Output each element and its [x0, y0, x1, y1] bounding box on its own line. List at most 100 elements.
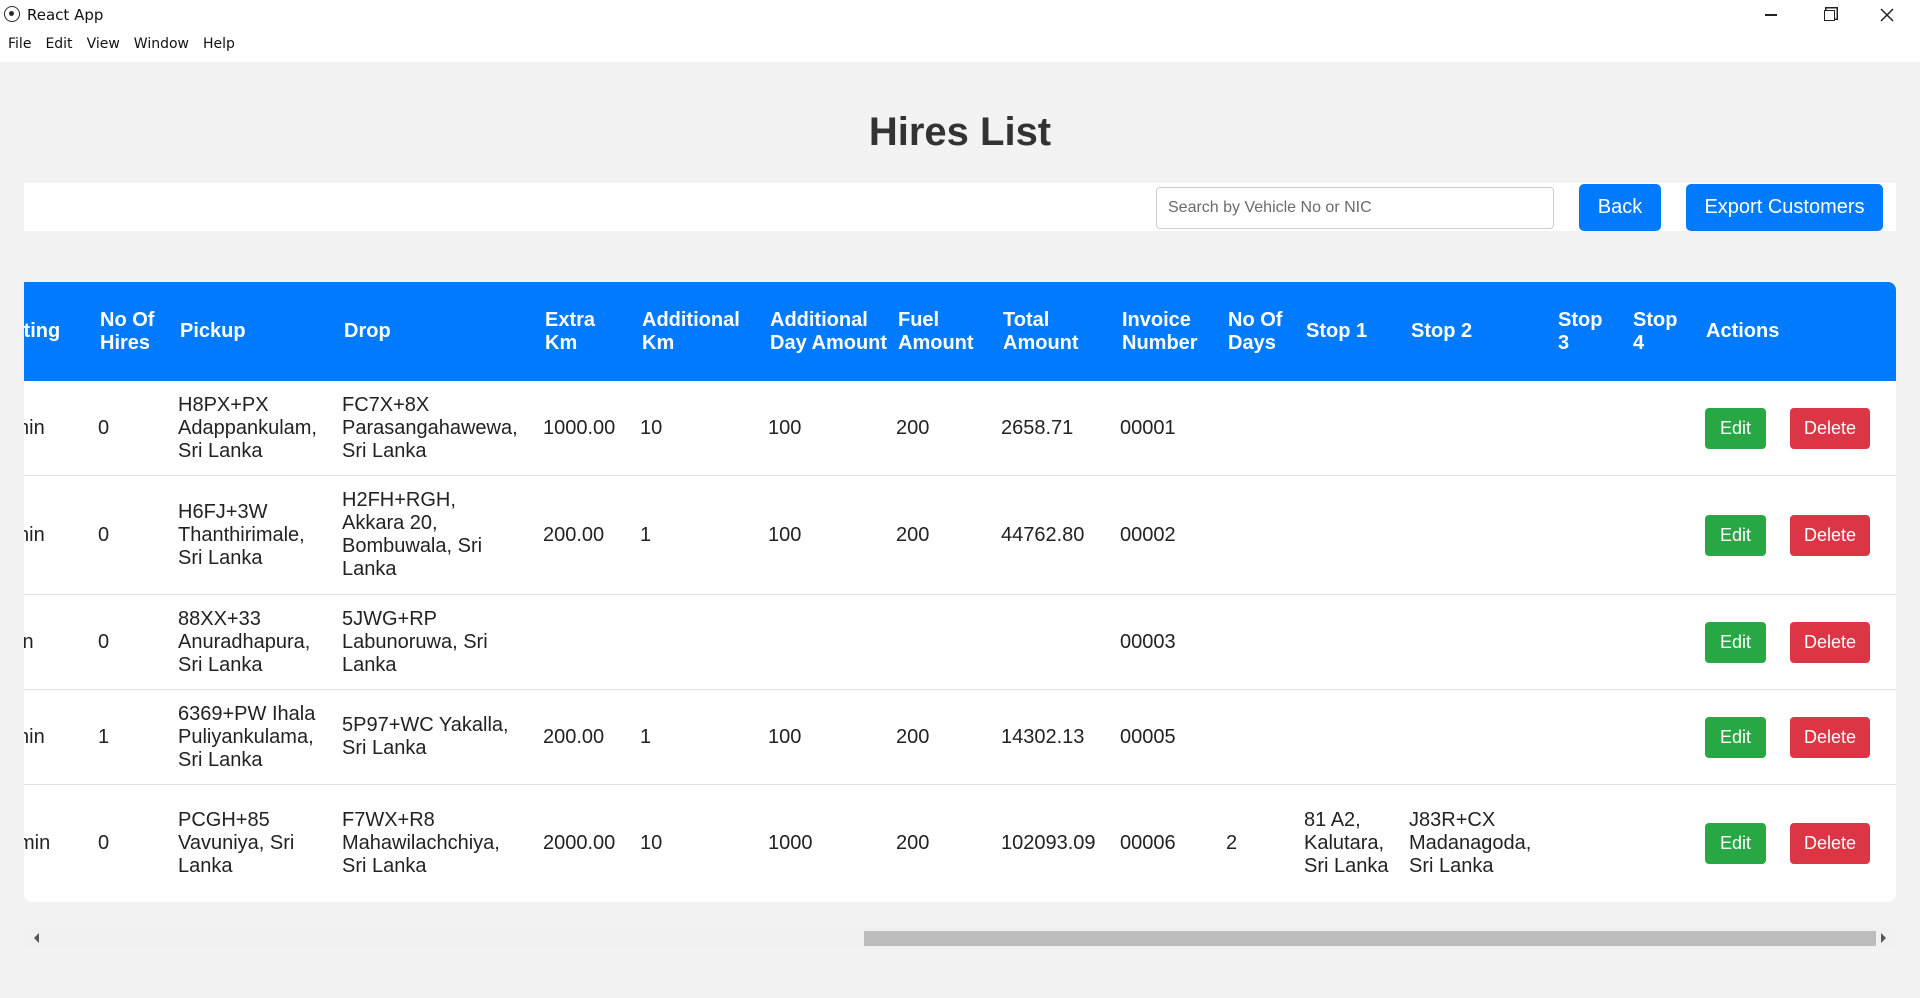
cell-pickup: H8PX+PX Adappankulam, Sri Lanka: [178, 393, 317, 462]
cell-fuel-amount: 200: [896, 416, 930, 439]
table-row: nin 1 6369+PW Ihala Puliyankulama, Sri L…: [24, 690, 1896, 785]
delete-button[interactable]: Delete: [1790, 515, 1870, 556]
cell-fuel-amount: 200: [896, 832, 930, 854]
minimize-button[interactable]: [1742, 0, 1800, 30]
header-no-of-days: No Of Days: [1228, 308, 1283, 354]
export-customers-button[interactable]: Export Customers: [1686, 184, 1883, 231]
cell-no-of-hires: 0: [98, 416, 110, 439]
table-row: nin 0 H6FJ+3W Thanthirimale, Sri Lanka H…: [24, 476, 1896, 595]
cell-drop: 5JWG+RP Labunoruwa, Sri Lanka: [342, 607, 488, 676]
cell-pickup: 88XX+33 Anuradhapura, Sri Lanka: [178, 607, 311, 676]
delete-button[interactable]: Delete: [1790, 823, 1870, 864]
cell-extra-km: 1000.00: [543, 416, 616, 439]
restore-icon: [1823, 9, 1835, 21]
menu-window[interactable]: Window: [126, 34, 189, 56]
edit-button[interactable]: Edit: [1705, 622, 1766, 663]
table-row: nin 0 H8PX+PX Adappankulam, Sri Lanka FC…: [24, 381, 1896, 476]
cell-waiting: nin: [24, 725, 45, 748]
cell-stop-1: 81 A2, Kalutara, Sri Lanka: [1304, 809, 1389, 877]
hires-table: iting No Of Hires Pickup Drop Extra Km A…: [24, 282, 1896, 902]
cell-no-of-hires: 0: [98, 630, 110, 653]
close-button[interactable]: [1858, 0, 1916, 30]
scroll-left-arrow-icon[interactable]: [34, 933, 39, 943]
cell-no-of-hires: 0: [98, 523, 110, 546]
cell-additional-day-amount: 1000: [768, 832, 813, 854]
scrollbar-thumb[interactable]: [864, 931, 1876, 946]
header-stop-4: Stop 4: [1633, 308, 1678, 354]
edit-button[interactable]: Edit: [1705, 717, 1766, 758]
cell-total-amount: 102093.09: [1001, 832, 1096, 854]
edit-button[interactable]: Edit: [1705, 515, 1766, 556]
cell-invoice-number: 00005: [1120, 725, 1176, 748]
menu-help[interactable]: Help: [195, 34, 235, 56]
close-icon: [1880, 8, 1894, 22]
cell-stop-2: J83R+CX Madanagoda, Sri Lanka: [1409, 809, 1532, 877]
header-stop-2: Stop 2: [1411, 320, 1473, 342]
header-no-of-hires: No Of Hires: [100, 308, 155, 354]
edit-button[interactable]: Edit: [1705, 408, 1766, 449]
search-input[interactable]: [1156, 187, 1554, 229]
cell-extra-km: 200.00: [543, 725, 605, 748]
cell-additional-day-amount: 100: [768, 725, 802, 748]
cell-stop-2: [1409, 690, 1539, 784]
minimize-icon: [1765, 14, 1777, 16]
cell-additional-km: 1: [640, 725, 652, 748]
cell-waiting: min: [24, 832, 51, 854]
header-additional-km: Additional Km: [642, 308, 740, 354]
cell-extra-km: [543, 595, 633, 689]
cell-no-of-hires: 0: [98, 832, 110, 854]
cell-pickup: PCGH+85 Vavuniya, Sri Lanka: [178, 809, 295, 877]
cell-total-amount: 14302.13: [1001, 725, 1085, 748]
header-stop-3: Stop 3: [1558, 308, 1603, 354]
delete-button[interactable]: Delete: [1790, 408, 1870, 449]
cell-additional-day-amount: 100: [768, 523, 802, 546]
cell-stop-2: [1409, 595, 1539, 689]
back-button[interactable]: Back: [1579, 184, 1661, 231]
cell-stop-1: [1304, 595, 1394, 689]
cell-additional-day-amount: 100: [768, 416, 802, 439]
cell-no-of-hires: 1: [98, 725, 110, 748]
cell-additional-km: 10: [640, 832, 663, 854]
cell-fuel-amount: 200: [896, 725, 930, 748]
cell-no-of-days: [1226, 690, 1286, 784]
menu-view[interactable]: View: [79, 34, 120, 56]
horizontal-scrollbar[interactable]: [24, 928, 1896, 948]
header-fuel-amount: Fuel Amount: [898, 308, 974, 354]
header-stop-1: Stop 1: [1306, 320, 1368, 342]
header-total-amount: Total Amount: [1003, 308, 1079, 354]
cell-additional-km: [640, 595, 720, 689]
edit-button[interactable]: Edit: [1705, 823, 1766, 864]
table-row: min 0 PCGH+85 Vavuniya, Sri Lanka F7WX+R…: [24, 785, 1896, 902]
cell-drop: H2FH+RGH, Akkara 20, Bombuwala, Sri Lank…: [342, 489, 483, 580]
menu-file[interactable]: File: [0, 34, 31, 56]
cell-total-amount: 2658.71: [1001, 416, 1074, 439]
table-header: iting No Of Hires Pickup Drop Extra Km A…: [24, 282, 1896, 381]
cell-invoice-number: 00003: [1120, 630, 1176, 653]
cell-no-of-days: [1226, 381, 1286, 475]
cell-stop-2: [1409, 476, 1539, 594]
table-row: in 0 88XX+33 Anuradhapura, Sri Lanka 5JW…: [24, 595, 1896, 690]
header-extra-km: Extra Km: [545, 308, 596, 354]
cell-pickup: H6FJ+3W Thanthirimale, Sri Lanka: [178, 500, 305, 569]
header-waiting: iting: [24, 320, 61, 342]
cell-extra-km: 2000.00: [543, 832, 616, 854]
menu-edit[interactable]: Edit: [37, 34, 72, 56]
cell-drop: 5P97+WC Yakalla, Sri Lanka: [342, 714, 509, 759]
page-title: Hires List: [868, 110, 1052, 154]
cell-invoice-number: 00001: [1120, 416, 1176, 439]
cell-stop-1: [1304, 381, 1394, 475]
scroll-right-arrow-icon[interactable]: [1881, 933, 1886, 943]
cell-total-amount: 44762.80: [1001, 523, 1085, 546]
delete-button[interactable]: Delete: [1790, 622, 1870, 663]
cell-extra-km: 200.00: [543, 523, 605, 546]
cell-stop-1: [1304, 476, 1394, 594]
window-title: React App: [27, 6, 104, 24]
cell-drop: F7WX+R8 Mahawilachchiya, Sri Lanka: [342, 809, 500, 877]
header-drop: Drop: [344, 320, 391, 342]
maximize-button[interactable]: [1800, 0, 1858, 30]
cell-pickup: 6369+PW Ihala Puliyankulama, Sri Lanka: [178, 702, 316, 771]
delete-button[interactable]: Delete: [1790, 717, 1870, 758]
cell-stop-1: [1304, 690, 1394, 784]
header-actions: Actions: [1706, 320, 1780, 342]
title-bar: React App File Edit View Window Help: [0, 0, 1920, 62]
